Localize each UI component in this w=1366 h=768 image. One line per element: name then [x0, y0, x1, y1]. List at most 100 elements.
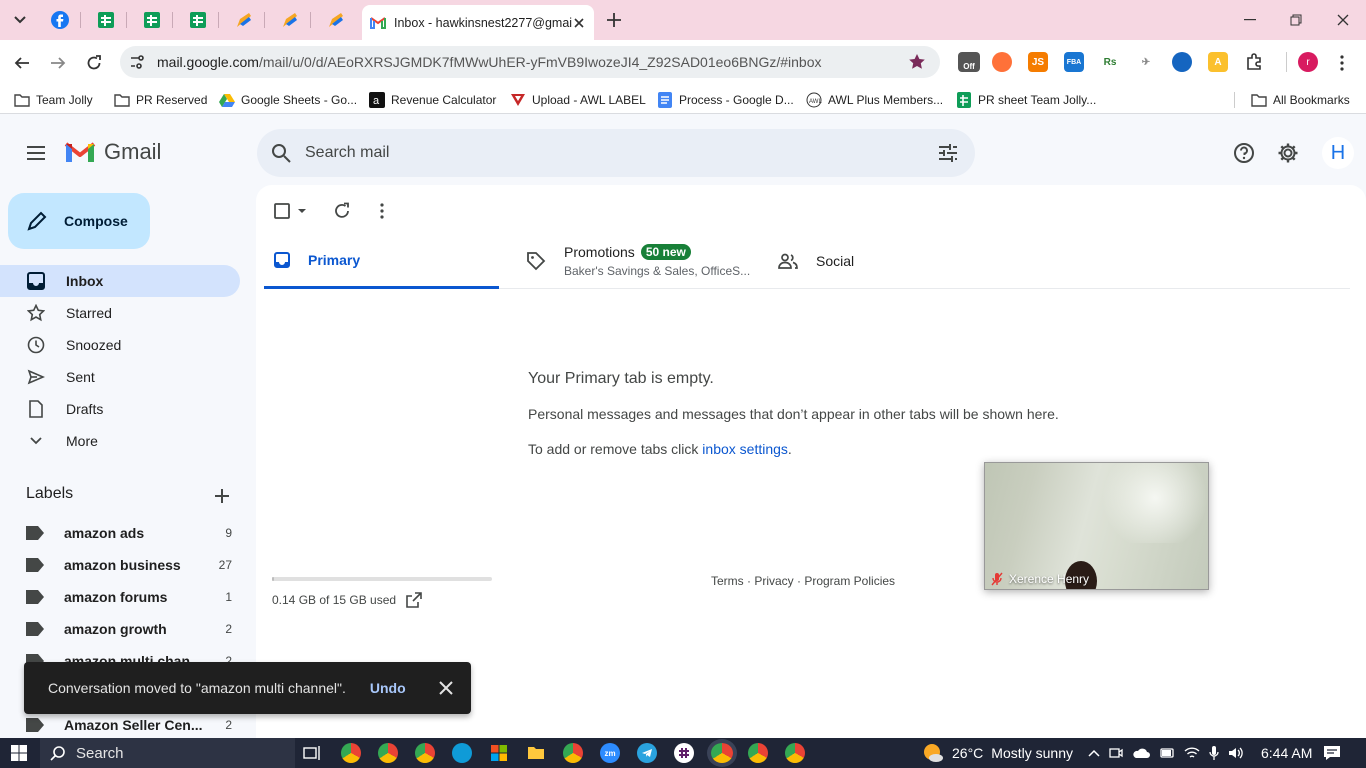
add-label-icon[interactable] [211, 485, 233, 507]
store-icon[interactable] [489, 743, 509, 763]
chrome-icon[interactable] [785, 743, 805, 763]
speaker-icon[interactable] [1228, 746, 1244, 760]
nav-sent[interactable]: Sent [0, 361, 240, 393]
chrome-icon[interactable] [563, 743, 583, 763]
edge-icon[interactable] [452, 743, 472, 763]
taskbar-search[interactable]: Search [40, 738, 295, 768]
pinned-tab-sheets-2[interactable] [138, 8, 166, 32]
microphone-icon[interactable] [1209, 745, 1219, 761]
chrome-active-icon[interactable] [711, 743, 733, 763]
file-explorer-icon[interactable] [526, 743, 546, 763]
nav-more[interactable]: More [0, 425, 240, 457]
account-avatar[interactable]: H [1322, 137, 1354, 169]
tab-primary[interactable]: Primary [264, 233, 499, 289]
nav-inbox[interactable]: Inbox [0, 265, 240, 297]
chrome-icon[interactable] [748, 743, 768, 763]
pinned-tab-pencil-2[interactable] [276, 8, 304, 32]
bookmark-pr-reserved[interactable]: PR Reserved [114, 92, 207, 108]
slack-icon[interactable] [674, 743, 694, 763]
extension-js-icon[interactable]: JS [1028, 52, 1048, 72]
bookmark-revenue-calculator[interactable]: a Revenue Calculator [369, 92, 496, 108]
nav-starred[interactable]: Starred [0, 297, 240, 329]
search-options-icon[interactable] [937, 142, 959, 164]
label-item[interactable]: amazon business 27 [26, 549, 232, 581]
bookmark-star-icon[interactable] [908, 53, 926, 71]
search-icon[interactable] [271, 143, 291, 163]
pinned-tab-sheets-1[interactable] [92, 8, 120, 32]
google-sheets-icon [98, 12, 114, 28]
nav-drafts[interactable]: Drafts [0, 393, 240, 425]
tab-gmail-inbox[interactable]: Inbox - hawkinsnest2277@gmail.com - Gmai… [362, 5, 594, 40]
footer-links[interactable]: Terms · Privacy · Program Policies [711, 574, 895, 588]
minimize-button[interactable] [1238, 8, 1262, 32]
inbox-settings-link[interactable]: inbox settings [702, 441, 788, 457]
external-link-icon[interactable] [406, 592, 422, 608]
bookmark-awl-plus-members[interactable]: AWL AWL Plus Members... [806, 92, 943, 108]
refresh-button[interactable] [330, 199, 354, 223]
search-bar[interactable]: Search mail [257, 129, 975, 177]
bookmark-upload-awl-label[interactable]: Upload - AWL LABEL [510, 92, 646, 108]
notifications-button[interactable] [1322, 743, 1342, 763]
search-input[interactable]: Search mail [305, 144, 389, 162]
bookmark-pr-sheet-team-jolly[interactable]: PR sheet Team Jolly... [956, 92, 1096, 108]
power-plug-icon[interactable] [1159, 746, 1175, 760]
browser-menu-button[interactable] [1330, 51, 1354, 75]
extension-off[interactable]: Off [958, 52, 980, 72]
support-button[interactable] [1232, 141, 1256, 165]
pinned-tab-sheets-3[interactable] [184, 8, 212, 32]
tab-search-dropdown[interactable] [8, 8, 32, 32]
restore-button[interactable] [1284, 8, 1308, 32]
clock-time[interactable]: 6:44 AM [1261, 745, 1312, 761]
select-all-checkbox[interactable] [272, 199, 312, 223]
pinned-tab-pencil-3[interactable] [322, 8, 350, 32]
undo-button[interactable]: Undo [370, 680, 406, 696]
pinned-tab-pencil-1[interactable] [230, 8, 258, 32]
pinned-tab-facebook[interactable] [46, 8, 74, 32]
profile-avatar[interactable]: r [1298, 52, 1318, 72]
wifi-icon[interactable] [1184, 746, 1200, 760]
start-button[interactable] [9, 743, 29, 763]
chrome-icon[interactable] [341, 743, 361, 763]
compose-button[interactable]: Compose [8, 193, 150, 249]
label-item[interactable]: amazon growth 2 [26, 613, 232, 645]
video-call-tile[interactable]: Xerence Henry [984, 462, 1209, 590]
nav-snoozed[interactable]: Snoozed [0, 329, 240, 361]
extension-plane-icon[interactable]: ✈ [1136, 52, 1156, 72]
meet-now-icon[interactable] [1109, 746, 1123, 760]
zoom-icon[interactable]: zm [600, 743, 620, 763]
gmail-logo[interactable]: Gmail [64, 139, 161, 165]
close-icon[interactable] [436, 678, 456, 698]
extension-fba-icon[interactable]: FBA [1064, 52, 1084, 72]
task-view-icon[interactable] [302, 743, 322, 763]
close-window-button[interactable] [1331, 8, 1355, 32]
chrome-icon[interactable] [378, 743, 398, 763]
extension-firefox-icon[interactable] [992, 52, 1012, 72]
label-item[interactable]: amazon forums 1 [26, 581, 232, 613]
tab-social[interactable]: Social [778, 233, 978, 289]
weather-widget[interactable]: 26°C Mostly sunny [922, 738, 1073, 768]
bookmark-process-google-docs[interactable]: Process - Google D... [657, 92, 794, 108]
site-settings-icon[interactable] [128, 53, 146, 71]
main-menu-icon[interactable] [24, 141, 48, 165]
extension-rs-icon[interactable]: Rs [1100, 52, 1120, 72]
settings-button[interactable] [1276, 141, 1300, 165]
more-actions-button[interactable] [370, 199, 394, 223]
new-tab-icon[interactable] [604, 10, 624, 30]
address-bar[interactable]: mail.google.com/mail/u/0/d/AEoRXRSJGMDK7… [120, 46, 940, 78]
forward-button[interactable] [46, 51, 70, 75]
extensions-menu-button[interactable] [1244, 52, 1264, 72]
extension-globe-icon[interactable] [1172, 52, 1192, 72]
telegram-icon[interactable] [637, 743, 657, 763]
onedrive-icon[interactable] [1132, 747, 1150, 759]
chevron-up-icon[interactable] [1088, 749, 1100, 757]
tab-promotions[interactable]: Promotions 50 new Baker's Savings & Sales… [526, 233, 766, 289]
bookmark-all-bookmarks[interactable]: All Bookmarks [1251, 92, 1350, 108]
reload-button[interactable] [82, 51, 106, 75]
bookmark-google-sheets[interactable]: Google Sheets - Go... [219, 92, 357, 108]
close-tab-icon[interactable] [572, 16, 586, 30]
extension-ascout-icon[interactable]: A [1208, 52, 1228, 72]
back-button[interactable] [10, 51, 34, 75]
label-item[interactable]: amazon ads 9 [26, 517, 232, 549]
chrome-icon[interactable] [415, 743, 435, 763]
bookmark-team-jolly[interactable]: Team Jolly [14, 92, 93, 108]
